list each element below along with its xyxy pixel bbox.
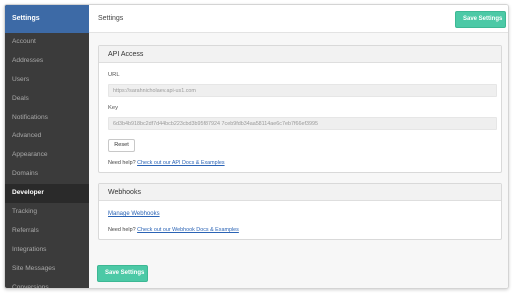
manage-webhooks-link[interactable]: Manage Webhooks: [108, 211, 160, 217]
sidebar-item-site-messages[interactable]: Site Messages: [5, 260, 89, 279]
api-access-panel: API Access URL Key Reset Need help? Chec…: [98, 45, 502, 173]
sidebar-item-tracking[interactable]: Tracking: [5, 203, 89, 222]
sidebar-item-integrations[interactable]: Integrations: [5, 241, 89, 260]
sidebar-item-domains[interactable]: Domains: [5, 165, 89, 184]
sidebar-item-account[interactable]: Account: [5, 33, 89, 52]
main-content: Settings Save Settings API Access URL Ke…: [89, 5, 508, 288]
app-window: Settings Account Addresses Users Deals N…: [4, 4, 509, 289]
sidebar-item-developer[interactable]: Developer: [5, 184, 89, 204]
url-field[interactable]: [108, 84, 497, 97]
save-settings-button-bottom[interactable]: Save Settings: [97, 265, 148, 282]
webhook-docs-link[interactable]: Check out our Webhook Docs & Examples: [137, 227, 239, 233]
reset-key-button[interactable]: Reset: [108, 139, 135, 152]
sidebar-item-addresses[interactable]: Addresses: [5, 52, 89, 71]
webhooks-panel: Webhooks Manage Webhooks Need help? Chec…: [98, 183, 502, 240]
sidebar-header: Settings: [5, 5, 89, 33]
api-help-line: Need help? Check out our API Docs & Exam…: [108, 160, 225, 166]
key-field[interactable]: [108, 117, 497, 130]
top-bar: Settings Save Settings: [89, 5, 508, 33]
api-help-prefix: Need help?: [108, 160, 136, 166]
webhook-help-prefix: Need help?: [108, 227, 136, 233]
webhooks-heading: Webhooks: [99, 184, 501, 201]
sidebar-item-advanced[interactable]: Advanced: [5, 127, 89, 146]
key-label: Key: [108, 105, 118, 111]
sidebar-item-appearance[interactable]: Appearance: [5, 146, 89, 165]
save-settings-button-top[interactable]: Save Settings: [455, 11, 506, 28]
sidebar-item-referrals[interactable]: Referrals: [5, 222, 89, 241]
sidebar-item-users[interactable]: Users: [5, 71, 89, 90]
settings-sidebar: Settings Account Addresses Users Deals N…: [5, 5, 89, 288]
sidebar-item-notifications[interactable]: Notifications: [5, 109, 89, 128]
api-access-heading: API Access: [99, 46, 501, 63]
webhook-help-line: Need help? Check out our Webhook Docs & …: [108, 227, 239, 233]
url-label: URL: [108, 72, 120, 78]
sidebar-item-deals[interactable]: Deals: [5, 90, 89, 109]
sidebar-item-conversions[interactable]: Conversions: [5, 279, 89, 288]
api-docs-link[interactable]: Check out our API Docs & Examples: [137, 160, 225, 166]
page-title: Settings: [98, 15, 124, 22]
